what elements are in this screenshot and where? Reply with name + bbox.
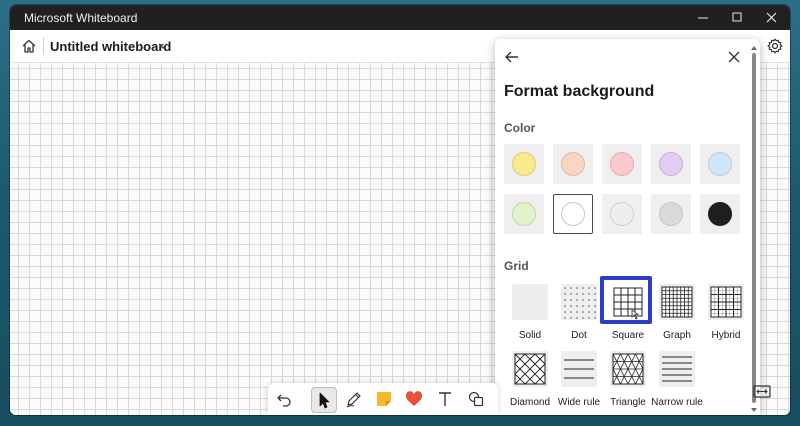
text-icon <box>439 392 451 406</box>
color-dot <box>659 152 683 176</box>
square-grid-icon <box>610 284 646 320</box>
color-dot <box>610 202 634 226</box>
color-swatch-peach[interactable] <box>553 144 593 184</box>
color-dot <box>708 202 732 226</box>
wide-rule-grid-icon <box>561 351 597 387</box>
back-arrow-icon <box>505 51 518 63</box>
color-swatch-light-green[interactable] <box>504 194 544 234</box>
color-dot <box>512 202 536 226</box>
chevron-down-icon[interactable] <box>157 41 169 51</box>
color-swatch-black[interactable] <box>700 194 740 234</box>
back-button[interactable] <box>503 49 521 65</box>
minimize-icon <box>698 17 708 19</box>
close-icon <box>766 12 777 23</box>
color-dot <box>561 202 585 226</box>
color-section-label: Color <box>504 121 536 135</box>
color-dot <box>659 202 683 226</box>
grid-option-narrow-rule[interactable]: Narrow rule <box>651 351 703 415</box>
home-button[interactable] <box>18 36 40 56</box>
bottom-toolbar <box>268 383 498 415</box>
pen-icon <box>346 392 361 408</box>
color-dot <box>708 152 732 176</box>
gear-icon <box>767 38 783 54</box>
divider <box>43 37 44 55</box>
grid-option-label: Hybrid <box>711 330 741 341</box>
window-close-button[interactable] <box>754 5 788 30</box>
reaction-button[interactable] <box>402 387 426 411</box>
format-background-panel: Format background Color Grid Solid Dot S… <box>495 39 760 415</box>
narrow-rule-grid-icon <box>659 351 695 387</box>
scrollbar-thumb[interactable] <box>752 53 756 403</box>
undo-button[interactable] <box>272 387 296 411</box>
fit-to-screen-icon <box>753 385 771 398</box>
graph-grid-icon <box>659 284 695 320</box>
app-window: Microsoft Whiteboard Untitled whiteboard <box>10 5 790 415</box>
color-swatch-yellow[interactable] <box>504 144 544 184</box>
scroll-up-icon[interactable] <box>751 45 757 51</box>
grid-option-hybrid[interactable]: Hybrid <box>700 284 752 348</box>
home-icon <box>22 39 36 53</box>
color-swatch-light-gray[interactable] <box>602 194 642 234</box>
color-swatch-lavender[interactable] <box>651 144 691 184</box>
title-bar: Microsoft Whiteboard <box>10 5 790 30</box>
color-swatch-white[interactable] <box>553 194 593 234</box>
select-tool-button[interactable] <box>311 387 337 413</box>
dot-grid-icon <box>561 284 597 320</box>
color-swatch-pink[interactable] <box>602 144 642 184</box>
select-arrow-icon <box>319 392 330 409</box>
triangle-grid-icon <box>610 351 646 387</box>
maximize-icon <box>732 12 742 22</box>
grid-section-label: Grid <box>504 259 529 273</box>
color-dot <box>610 152 634 176</box>
settings-button[interactable] <box>766 37 784 55</box>
shapes-tool-button[interactable] <box>464 387 488 411</box>
color-dot <box>561 152 585 176</box>
shapes-icon <box>468 391 484 407</box>
diamond-grid-icon <box>512 351 548 387</box>
sticky-note-button[interactable] <box>372 387 396 411</box>
text-tool-button[interactable] <box>433 387 457 411</box>
reaction-heart-icon <box>405 391 423 406</box>
grid-option-label: Narrow rule <box>651 397 703 408</box>
whiteboard-title[interactable]: Untitled whiteboard <box>50 39 171 54</box>
undo-icon <box>277 394 291 407</box>
color-swatch-gray[interactable] <box>651 194 691 234</box>
panel-scrollbar[interactable] <box>751 45 757 413</box>
hybrid-grid-icon <box>708 284 744 320</box>
sticky-note-icon <box>377 392 391 406</box>
pen-tool-button[interactable] <box>342 387 366 411</box>
window-title: Microsoft Whiteboard <box>24 11 138 25</box>
close-icon <box>728 51 740 63</box>
panel-close-button[interactable] <box>727 50 741 64</box>
panel-title: Format background <box>504 83 655 100</box>
scroll-down-icon[interactable] <box>751 407 757 413</box>
minimize-button[interactable] <box>686 5 720 30</box>
solid-grid-icon <box>512 284 548 320</box>
fit-to-screen-button[interactable] <box>752 383 778 405</box>
color-swatch-light-blue[interactable] <box>700 144 740 184</box>
maximize-button[interactable] <box>720 5 754 30</box>
color-dot <box>512 152 536 176</box>
